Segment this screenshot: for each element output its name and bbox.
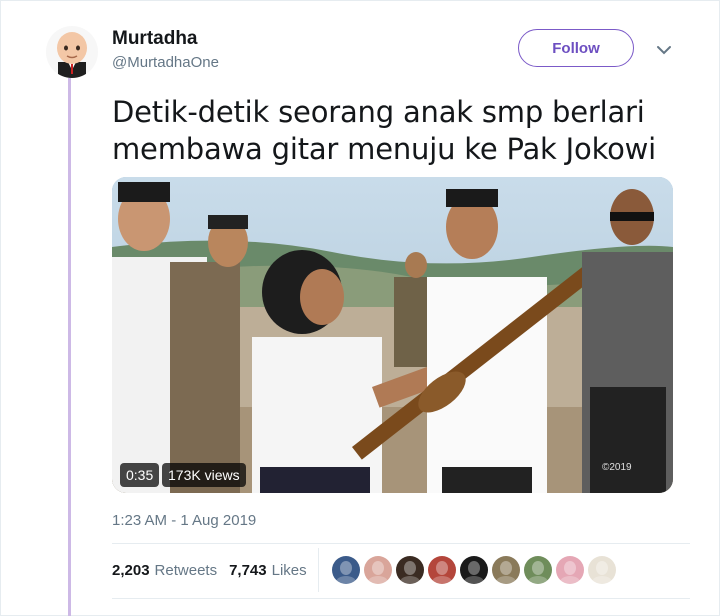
liker-avatar-8[interactable] bbox=[556, 556, 584, 584]
video-views: 173K views bbox=[162, 463, 246, 487]
retweets-label[interactable]: Retweets bbox=[155, 562, 218, 579]
liker-avatar-2[interactable] bbox=[364, 556, 392, 584]
user-handle[interactable]: @MurtadhaOne bbox=[112, 54, 219, 71]
tweet-stats: 2,203 Retweets 7,743 Likes bbox=[112, 562, 307, 579]
video-watermark: ©2019 bbox=[602, 462, 632, 473]
video-player[interactable] bbox=[112, 177, 673, 493]
divider bbox=[112, 543, 690, 544]
video-duration: 0:35 bbox=[120, 463, 160, 487]
likes-label[interactable]: Likes bbox=[272, 562, 307, 579]
retweets-count[interactable]: 2,203 bbox=[112, 562, 150, 579]
chevron-down-icon[interactable] bbox=[654, 40, 674, 60]
thread-line bbox=[68, 78, 71, 616]
tweet-timestamp[interactable]: 1:23 AM - 1 Aug 2019 bbox=[112, 512, 256, 529]
liker-avatar-9[interactable] bbox=[588, 556, 616, 584]
liker-avatar-3[interactable] bbox=[396, 556, 424, 584]
stats-divider bbox=[318, 548, 319, 592]
liker-avatar-5[interactable] bbox=[460, 556, 488, 584]
liker-avatar-4[interactable] bbox=[428, 556, 456, 584]
tweet-text-line-1: Detik-detik seorang anak smp berlari bbox=[112, 95, 645, 129]
user-name[interactable]: Murtadha bbox=[112, 28, 198, 50]
boss-baby-avatar[interactable] bbox=[46, 26, 98, 78]
avatar-image bbox=[46, 26, 98, 78]
liker-avatars bbox=[332, 556, 616, 584]
video-thumbnail bbox=[112, 177, 673, 493]
liker-avatar-1[interactable] bbox=[332, 556, 360, 584]
follow-button[interactable]: Follow bbox=[518, 29, 634, 67]
divider bbox=[112, 598, 690, 599]
liker-avatar-7[interactable] bbox=[524, 556, 552, 584]
likes-count[interactable]: 7,743 bbox=[229, 562, 267, 579]
liker-avatar-6[interactable] bbox=[492, 556, 520, 584]
